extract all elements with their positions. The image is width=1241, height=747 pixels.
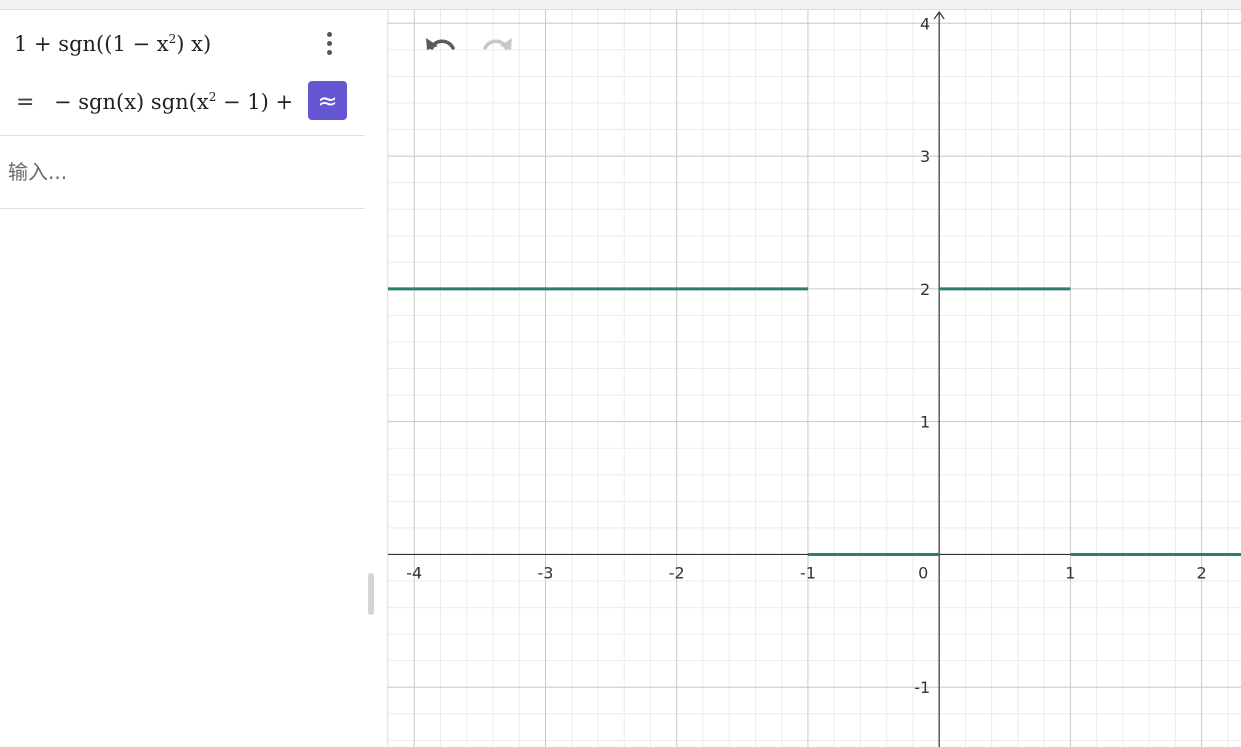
x-tick-label: 0 xyxy=(918,563,928,582)
result-part-1: − sgn(x) sgn(x xyxy=(54,90,209,114)
redo-button[interactable] xyxy=(476,30,516,62)
more-options-icon[interactable] xyxy=(318,28,340,58)
graphics-view[interactable]: -4 -3 -2 -1 0 1 2 -1 1 2 3 4 xyxy=(388,10,1241,747)
undo-button[interactable] xyxy=(422,30,462,62)
y-tick-label: 4 xyxy=(920,14,930,33)
y-tick-label: 3 xyxy=(920,147,930,166)
input-row[interactable] xyxy=(0,136,365,208)
graph-canvas[interactable]: -4 -3 -2 -1 0 1 2 -1 1 2 3 4 xyxy=(388,10,1241,747)
y-tick-label: 2 xyxy=(920,280,930,299)
algebra-panel: 1 + sgn((1 − x2) x) = − sgn(x) sgn(x2 − … xyxy=(0,10,387,747)
x-tick-label: -4 xyxy=(406,563,422,582)
expression-text[interactable]: 1 + sgn((1 − x2) x) xyxy=(14,32,211,56)
x-tick-label: -3 xyxy=(538,563,554,582)
x-tick-label: 1 xyxy=(1065,563,1075,582)
approx-button[interactable]: ≈ xyxy=(308,81,347,120)
redo-icon xyxy=(483,38,512,50)
x-tick-label: -2 xyxy=(669,563,685,582)
expression-part-1: 1 + sgn((1 − x xyxy=(14,32,169,56)
result-text: − sgn(x) sgn(x2 − 1) + xyxy=(54,90,293,114)
x-tick-label: 2 xyxy=(1197,563,1207,582)
expression-part-2: ) x) xyxy=(176,32,212,56)
more-dot xyxy=(326,31,332,37)
y-tick-label: 1 xyxy=(920,413,930,432)
more-dot xyxy=(326,40,332,46)
x-tick-label: -1 xyxy=(800,563,816,582)
algebra-input[interactable] xyxy=(6,156,350,188)
window-top-border xyxy=(0,0,1241,10)
more-dot xyxy=(326,49,332,55)
undo-icon xyxy=(426,38,455,50)
result-equals-sign: = xyxy=(16,90,35,115)
result-part-2: − 1) + xyxy=(216,90,294,114)
divider xyxy=(0,208,365,209)
algebra-row[interactable]: 1 + sgn((1 − x2) x) = − sgn(x) sgn(x2 − … xyxy=(0,10,365,135)
panel-resize-handle[interactable] xyxy=(368,573,374,615)
y-tick-label: -1 xyxy=(914,678,930,697)
